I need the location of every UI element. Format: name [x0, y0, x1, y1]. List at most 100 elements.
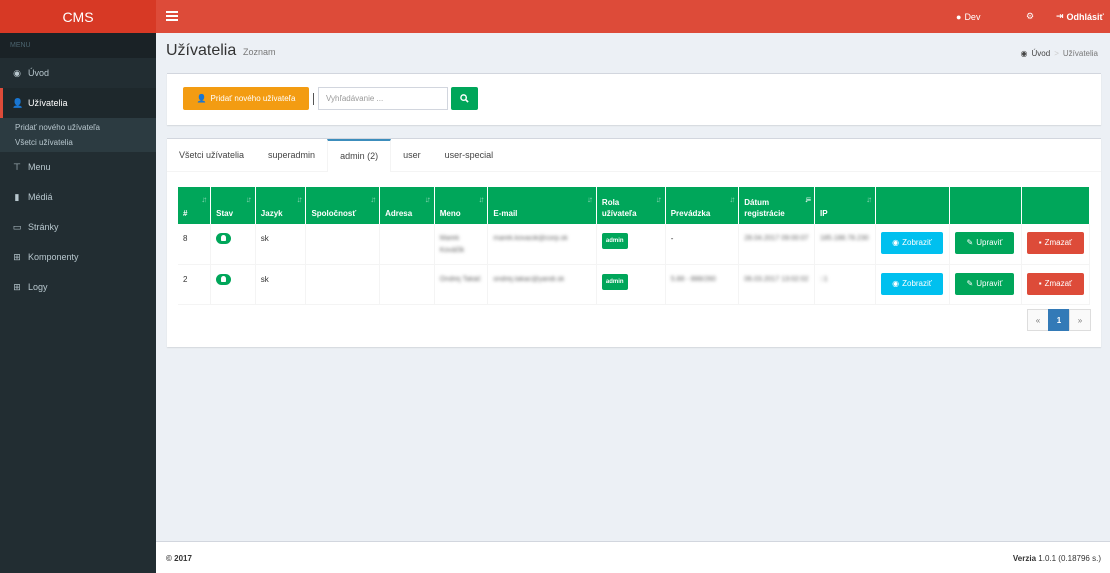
tab-admin[interactable]: admin (2) [327, 139, 392, 172]
tab-all-users[interactable]: Všetci užívatelia [167, 139, 256, 172]
settings-gear-icon[interactable]: ⚙ [1026, 0, 1034, 33]
sidebar-item-label: Médiá [28, 192, 53, 202]
user-menu[interactable]: ● Dev [956, 0, 980, 33]
column-header[interactable]: # ↓↑ [178, 187, 212, 224]
sidebar-item-label: Menu [28, 162, 51, 172]
sidebar-item-label: Komponenty [28, 252, 79, 262]
sidebar-submenu: Pridať nového užívateľa Všetci užívateli… [0, 118, 156, 152]
pagination-next[interactable]: » [1069, 309, 1091, 331]
actions-header [949, 187, 1022, 224]
column-header[interactable]: Stav ↓↑ [210, 187, 256, 224]
add-user-label: Pridať nového užívateľa [210, 94, 296, 103]
add-user-button[interactable]: 👤 Pridať nového užívateľa [183, 87, 309, 110]
column-header[interactable]: Rola užívateľa ↓↑ [596, 187, 666, 224]
cell-role: admin [596, 264, 666, 305]
edit-button[interactable]: ✎ Upraviť [954, 272, 1014, 295]
pagination-prev[interactable]: « [1027, 309, 1049, 331]
sign-out-icon: ⇥ [1056, 11, 1064, 21]
role-tabs: Všetci užívatelia superadmin admin (2) u… [167, 139, 1101, 172]
delete-button[interactable]: ▪ Zmazať [1026, 272, 1084, 295]
sort-icon: ↓↑ [729, 195, 735, 204]
view-button[interactable]: ◉ Zobraziť [880, 272, 943, 295]
sidebar-item-label: Stránky [28, 222, 59, 232]
search-icon [460, 94, 469, 103]
view-button[interactable]: ◉ Zobraziť [880, 232, 943, 254]
column-header[interactable]: Adresa ↓↑ [379, 187, 435, 224]
dashboard-icon: ◉ [1020, 49, 1028, 58]
cell-name: Marek Kováčik [434, 224, 489, 265]
submenu-item-add-user[interactable]: Pridať nového užívateľa [0, 120, 156, 135]
sort-icon: ↓↑ [201, 195, 207, 204]
table-row: 2 sk Ondrej Takáč ondrej.takac@yandi.sk … [178, 264, 1091, 305]
column-header[interactable]: Dátum registrácie ↓≡ [738, 187, 815, 224]
breadcrumb-home[interactable]: Úvod [1032, 49, 1051, 58]
column-header[interactable]: Prevádzka ↓↑ [665, 187, 740, 224]
file-icon: ▮ [14, 191, 20, 202]
sitemap-icon: ⊞ [13, 251, 21, 262]
sidebar-toggle-icon[interactable] [166, 9, 178, 23]
role-badge: admin [601, 233, 628, 249]
eye-icon: ◉ [892, 238, 900, 247]
edit-button[interactable]: ✎ Upraviť [954, 232, 1014, 254]
tab-user-special[interactable]: user-special [433, 139, 506, 172]
pagination-page[interactable]: 1 [1048, 309, 1070, 331]
breadcrumb-current: Užívatelia [1062, 49, 1098, 58]
footer-copyright: © 2017 [166, 554, 192, 563]
cell-branch: 5.88 - 888/260 [665, 264, 740, 305]
cell-branch: - [665, 224, 740, 265]
tab-superadmin[interactable]: superadmin [256, 139, 327, 172]
search-button[interactable] [451, 87, 478, 110]
app-logo[interactable]: CMS [0, 0, 156, 33]
logout-button[interactable]: ⇥ Odhlásiť [1056, 0, 1104, 33]
cell-language: sk [255, 264, 307, 305]
cell-email: marek.kovacik@corp.sk [487, 224, 597, 265]
cell-email: ondrej.takac@yandi.sk [487, 264, 597, 305]
sort-icon: ↓↑ [424, 195, 431, 204]
delete-button[interactable]: ▪ Zmazať [1026, 232, 1084, 254]
column-header[interactable]: Jazyk ↓↑ [255, 187, 307, 224]
sidebar-item-label: Užívatelia [28, 98, 68, 108]
sidebar-item-label: Logy [28, 282, 48, 292]
table-header-row: # ↓↑ Stav ↓↑ Jazyk ↓↑ Spoločnosť ↓↑ Adresa ↓↑… [178, 187, 1091, 224]
actions-header [1021, 187, 1091, 224]
cell-view: ◉ Zobraziť [875, 264, 950, 305]
pencil-icon: ✎ [966, 238, 974, 247]
sidebar-item-uvod[interactable]: ◉ Úvod [0, 58, 156, 88]
column-header[interactable]: Spoločnosť ↓↑ [305, 187, 381, 224]
user-active-icon [216, 233, 232, 244]
sort-icon: ↓↑ [478, 195, 484, 204]
column-header[interactable]: IP ↓↑ [814, 187, 876, 224]
sidebar-item-media[interactable]: ▮ Médiá [0, 182, 156, 212]
user-plus-icon: 👤 [12, 97, 24, 108]
column-header[interactable]: Meno ↓↑ [434, 187, 489, 224]
tab-user[interactable]: user [391, 139, 433, 172]
cell-delete: ▪ Zmazať [1021, 264, 1091, 305]
cell-id: 2 [178, 264, 212, 305]
submenu-item-all-users[interactable]: Všetci užívatelia [0, 135, 156, 150]
logout-label: Odhlásiť [1066, 11, 1104, 22]
sidebar-item-menu[interactable]: ⊤ Menu [0, 152, 156, 182]
table-row: 8 sk Marek Kováčik marek.kovacik@corp.sk… [178, 224, 1091, 265]
pagination: « 1 » [1027, 309, 1091, 331]
user-name: Dev [964, 11, 981, 22]
dashboard-icon: ◉ [13, 67, 21, 78]
search-input[interactable] [318, 87, 448, 110]
signpost-icon: ⊤ [13, 161, 21, 172]
sitemap-icon: ⊞ [13, 281, 21, 292]
sort-desc-icon: ↓≡ [804, 195, 811, 204]
cell-address [379, 264, 435, 305]
keyboard-icon: ▭ [12, 221, 22, 232]
sidebar-item-logy[interactable]: ⊞ Logy [0, 272, 156, 302]
sidebar-item-label: Úvod [28, 68, 50, 78]
sidebar: MENU ◉ Úvod 👤 Užívatelia Pridať nového u… [0, 33, 156, 573]
column-header[interactable]: E-mail ↓↑ [487, 187, 597, 224]
sort-icon: ↓↑ [586, 195, 593, 204]
sort-icon: ↓↑ [245, 195, 252, 204]
eye-icon: ◉ [892, 278, 900, 288]
sidebar-item-komponenty[interactable]: ⊞ Komponenty [0, 242, 156, 272]
page-subtitle: Zoznam [243, 47, 276, 57]
user-active-icon [216, 273, 232, 285]
sidebar-item-uzivatelia[interactable]: 👤 Užívatelia [0, 88, 156, 118]
sidebar-item-stranky[interactable]: ▭ Stránky [0, 212, 156, 242]
footer-version: Verzia 1.0.1 (0.18796 s.) [1012, 554, 1101, 563]
